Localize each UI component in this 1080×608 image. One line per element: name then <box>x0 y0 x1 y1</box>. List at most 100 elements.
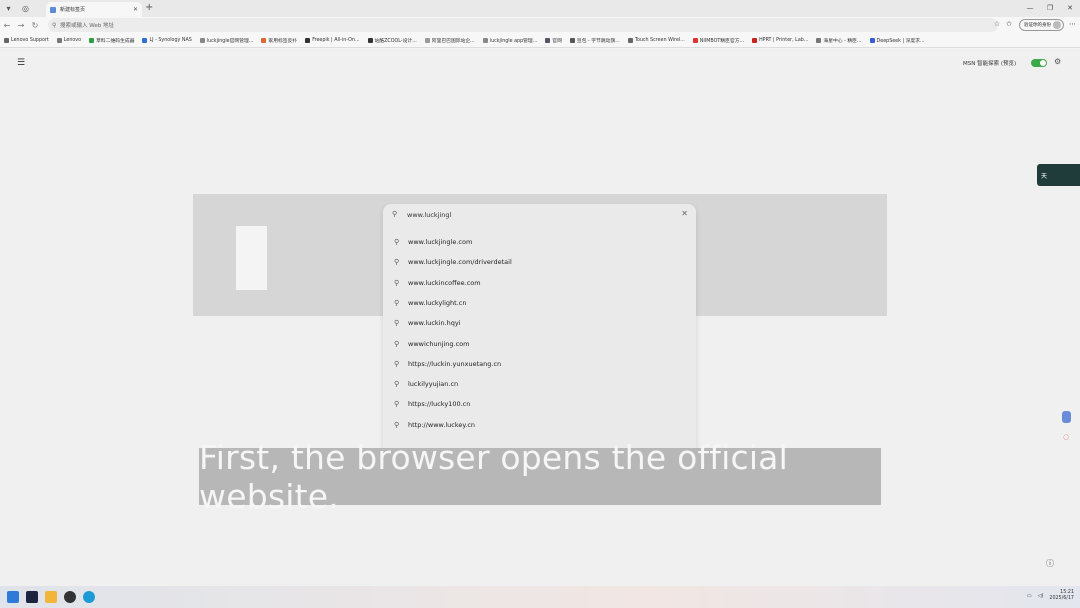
bookmark-item[interactable]: 草料二维码生成器 <box>89 37 134 44</box>
bookmark-label: luckjingle app管理... <box>489 38 538 44</box>
bookmark-item[interactable]: DeepSeek | 深度求... <box>869 37 925 44</box>
suggestion-text: luckilyyujian.cn <box>408 380 459 389</box>
bookmark-favicon-icon <box>627 37 633 43</box>
back-arrow-icon[interactable]: ← <box>0 21 14 30</box>
bookmark-favicon-icon <box>199 37 205 43</box>
address-placeholder: 搜索或输入 Web 地址 <box>60 23 114 29</box>
suggestion-text: www.luckin.hqyi <box>408 319 461 328</box>
bookmark-label: Lenovo <box>63 37 82 43</box>
clock[interactable]: 15:21 2025/6/17 <box>1049 590 1074 602</box>
bookmark-favicon-icon <box>569 37 575 43</box>
suggestion-item[interactable]: ⚲ www.luckin.hqyi <box>383 313 696 333</box>
bookmark-item[interactable]: 阿里巴巴国际站企... <box>424 37 475 44</box>
bookmark-label: Freepik | All-in-On... <box>312 37 360 43</box>
tab-close-icon[interactable]: ✕ <box>133 6 138 13</box>
bookmark-item[interactable]: luckjingle官网管理... <box>199 37 253 44</box>
suggestion-item[interactable]: ⚲ www.luckjingle.com/driverdetail <box>383 252 696 272</box>
file-explorer-icon[interactable] <box>45 591 57 603</box>
bookmark-item[interactable]: Touch Screen Wirel... <box>627 37 685 43</box>
search-input-value: www.luckjingl <box>407 211 452 219</box>
bookmark-item[interactable]: LJ - Synology NAS <box>142 37 192 43</box>
notification-icon[interactable]: ◌ <box>1063 433 1069 441</box>
address-input[interactable]: ⚲ 搜索或输入 Web 地址 <box>48 18 998 32</box>
suggestion-item[interactable]: ⚲ wwwichunjing.com <box>383 334 696 354</box>
suggestion-item[interactable]: ⚲ luckilyyujian.cn <box>383 374 696 394</box>
msn-label: MSN 智能探索 (预览) <box>963 61 1017 67</box>
bookmark-favicon-icon <box>424 37 430 43</box>
search-icon: ⚲ <box>394 238 400 246</box>
weather-widget[interactable]: 天 <box>1037 164 1080 186</box>
app-icon[interactable] <box>26 591 38 603</box>
suggestion-text: www.luckincoffee.com <box>408 278 481 287</box>
suggestion-item[interactable]: ⚲ www.luckincoffee.com <box>383 273 696 293</box>
network-icon[interactable]: ▭ <box>1027 593 1032 599</box>
start-icon[interactable] <box>7 591 19 603</box>
bookmark-favicon-icon <box>4 37 9 43</box>
search-icon: ⚲ <box>394 258 400 267</box>
profile-button[interactable]: 验证你的身份 <box>1019 19 1064 31</box>
suggestion-item[interactable]: ⚲ www.luckylight.cn <box>383 293 696 313</box>
hamburger-menu-icon[interactable]: ☰ <box>17 58 25 68</box>
bookmark-favicon-icon <box>367 37 373 43</box>
bookmark-favicon-icon <box>261 37 267 43</box>
suggestion-item[interactable]: ⚲ www.luckjingle.com <box>383 232 696 252</box>
bookmark-item[interactable]: 家用标签反扑 <box>261 37 297 44</box>
bookmark-item[interactable]: Lenovo <box>56 37 82 43</box>
bookmark-item[interactable]: 海星中心 - 精臣... <box>816 37 862 44</box>
bookmark-favicon-icon <box>89 37 95 43</box>
subtitle-caption: First, the browser opens the official we… <box>199 438 881 516</box>
search-icon: ⚲ <box>392 210 398 218</box>
more-menu-icon[interactable]: ⋯ <box>1069 20 1076 28</box>
gear-icon[interactable]: ⚙ <box>1054 57 1061 66</box>
bookmark-item[interactable]: Freepik | All-in-On... <box>305 37 360 43</box>
app-icon[interactable] <box>64 591 76 603</box>
bookmark-label: 豆包 - 字节跳动旗... <box>576 38 620 44</box>
favorites-icon[interactable]: ✩ <box>1006 20 1012 28</box>
restore-icon[interactable]: ❐ <box>1040 0 1060 17</box>
bookmark-item[interactable]: NIIMBOT精臣官方... <box>692 37 744 44</box>
msn-toggle[interactable] <box>1031 59 1047 67</box>
suggestion-item[interactable]: ⚲ http://www.luckey.cn <box>383 415 696 435</box>
search-icon: ⚲ <box>394 420 400 429</box>
placeholder-tile <box>236 226 267 290</box>
tab-favicon-icon <box>50 6 56 13</box>
minimize-icon[interactable]: — <box>1020 0 1040 17</box>
search-icon: ⚲ <box>52 21 57 29</box>
close-window-icon[interactable]: ✕ <box>1060 0 1080 17</box>
bookmark-favicon-icon <box>752 37 758 43</box>
workspaces-icon[interactable]: ◎ <box>17 0 34 17</box>
edge-icon[interactable] <box>83 591 95 603</box>
search-input[interactable]: ⚲ www.luckjingl ✕ <box>383 204 696 226</box>
tab-new-tab[interactable]: 新建标签页 ✕ <box>46 2 142 17</box>
bookmark-item[interactable]: 官网 <box>545 37 562 44</box>
bookmark-label: 官网 <box>552 38 562 44</box>
tab-menu-icon[interactable]: ▾ <box>0 0 17 17</box>
suggestion-text: wwwichunjing.com <box>408 339 470 348</box>
bookmark-label: DeepSeek | 深度求... <box>876 38 925 44</box>
copilot-icon[interactable] <box>1062 411 1071 423</box>
suggestion-item[interactable]: ⚲ https://luckin.yunxuetang.cn <box>383 354 696 374</box>
search-icon: ⚲ <box>394 278 400 287</box>
bookmark-item[interactable]: HPRT | Printer, Lab... <box>752 37 808 43</box>
window-controls: — ❐ ✕ <box>1020 0 1080 17</box>
help-icon[interactable]: ⓘ <box>1046 558 1054 569</box>
suggestion-item[interactable]: ⚲ https://lucky100.cn <box>383 394 696 414</box>
volume-icon[interactable]: ◁) <box>1038 593 1044 599</box>
bookmark-favicon-icon <box>305 37 311 43</box>
bookmark-item[interactable]: Lenovo Support <box>4 37 49 43</box>
suggestion-text: www.luckjingle.com <box>408 238 473 246</box>
refresh-icon[interactable]: ↻ <box>28 21 42 30</box>
suggestion-text: https://luckin.yunxuetang.cn <box>408 359 502 368</box>
suggestion-text: www.luckylight.cn <box>408 298 467 307</box>
favorite-star-icon[interactable]: ☆ <box>994 20 1000 28</box>
new-tab-plus-icon[interactable]: + <box>145 2 153 13</box>
bookmark-label: 草料二维码生成器 <box>96 38 135 44</box>
search-icon: ⚲ <box>394 359 400 368</box>
suggestion-text: http://www.luckey.cn <box>408 420 476 429</box>
bookmark-item[interactable]: luckjingle app管理... <box>482 37 538 44</box>
bookmark-item[interactable]: 豆包 - 字节跳动旗... <box>569 37 620 44</box>
bookmark-item[interactable]: 站酷ZCOOL-设计... <box>367 37 417 44</box>
avatar <box>1053 21 1061 29</box>
forward-arrow-icon[interactable]: → <box>14 21 28 30</box>
clear-icon[interactable]: ✕ <box>681 209 688 218</box>
